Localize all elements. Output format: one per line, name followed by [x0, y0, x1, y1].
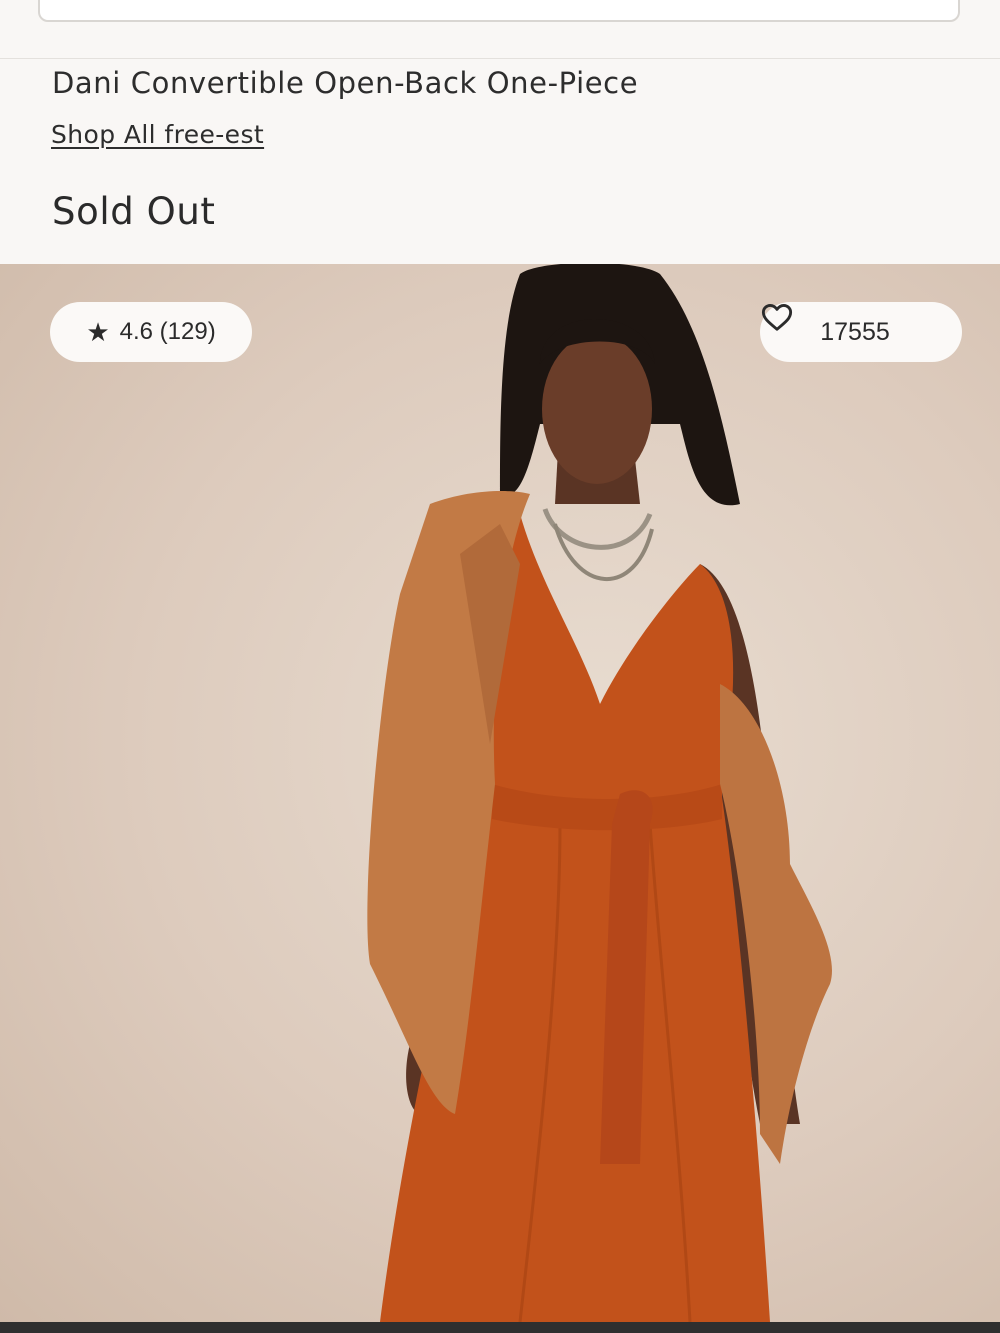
- bottom-bar: [0, 1322, 1000, 1333]
- likes-count: 17555: [820, 317, 890, 346]
- stock-status: Sold Out: [52, 190, 216, 233]
- product-title: Dani Convertible Open-Back One-Piece: [52, 66, 639, 100]
- search-input[interactable]: [38, 0, 960, 22]
- rating-badge[interactable]: ★ 4.6 (129): [50, 302, 252, 362]
- rating-text: 4.6 (129): [119, 318, 216, 345]
- favorite-button[interactable]: 17555: [760, 302, 962, 362]
- model-photo-illustration: [367, 264, 832, 1322]
- shop-all-brand-link[interactable]: Shop All free-est: [51, 120, 264, 149]
- product-image[interactable]: ★ 4.6 (129) 17555: [0, 264, 1000, 1322]
- star-icon: ★: [86, 316, 110, 347]
- divider: [0, 58, 1000, 59]
